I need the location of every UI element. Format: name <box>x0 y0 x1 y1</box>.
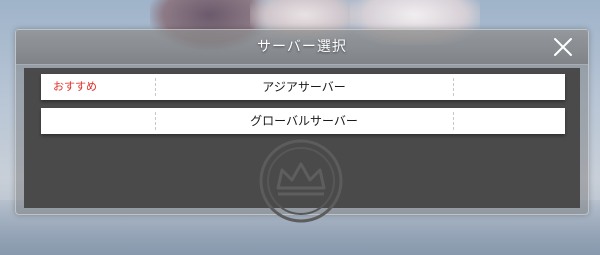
close-button[interactable] <box>552 36 574 58</box>
recommended-badge: おすすめ <box>53 80 97 93</box>
server-list-panel: おすすめ アジアサーバー グローバルサーバー <box>24 68 580 223</box>
server-status <box>453 108 565 134</box>
game-screen: サーバー選択 おすすめ アジアサーバー グローバルサーバー <box>0 0 600 255</box>
server-row-global[interactable]: グローバルサーバー <box>41 108 565 134</box>
server-row-asia[interactable]: おすすめ アジアサーバー <box>41 74 565 100</box>
server-status <box>453 74 565 100</box>
dialog-title: サーバー選択 <box>257 39 347 55</box>
server-name: グローバルサーバー <box>250 114 358 128</box>
dialog-header: サーバー選択 <box>16 30 588 65</box>
server-select-dialog: サーバー選択 おすすめ アジアサーバー グローバルサーバー <box>15 29 589 223</box>
close-icon <box>554 38 572 56</box>
server-name: アジアサーバー <box>262 80 346 94</box>
crown-emblem-icon <box>259 139 343 223</box>
recommended-badge <box>41 108 155 134</box>
